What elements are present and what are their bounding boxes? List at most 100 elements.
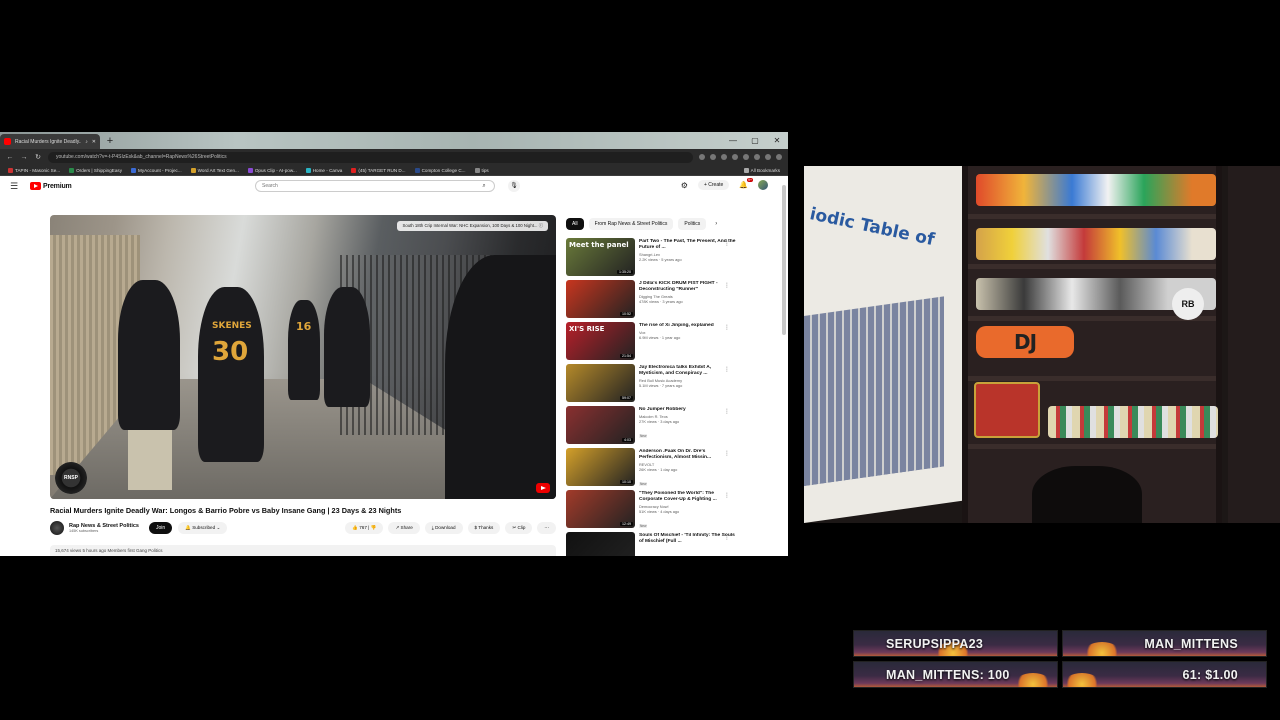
bookmark-item[interactable]: Compton College C... [414, 167, 466, 173]
page-scrollbar[interactable] [782, 185, 786, 335]
bookmark-star-icon[interactable] [710, 154, 716, 160]
chip-politics[interactable]: Politics [678, 218, 707, 230]
video-thumbnail[interactable]: 59:07 [566, 364, 635, 402]
video-thumbnail[interactable] [566, 532, 635, 556]
hamburger-menu-icon[interactable]: ☰ [10, 181, 24, 192]
bookmark-favicon-icon [474, 167, 480, 173]
clip-button[interactable]: ✂ Clip [505, 522, 533, 534]
description-box[interactable]: 15,674 views 5 hours ago Members first G… [50, 545, 556, 556]
more-options-icon[interactable]: ⋮ [724, 450, 730, 457]
sunset-icon [1014, 673, 1052, 687]
video-title[interactable]: Part Two - The Past, The Present, And th… [639, 239, 736, 251]
video-title[interactable]: "They Poisoned the World": The Corporate… [639, 491, 736, 503]
new-badge: New [639, 482, 648, 487]
download-icon[interactable] [754, 154, 760, 160]
menu-dots-icon[interactable] [776, 154, 782, 160]
forward-icon[interactable]: → [20, 154, 28, 161]
video-thumbnail[interactable]: XI'S RISE 21:54 [566, 322, 635, 360]
video-frame-person [445, 255, 556, 499]
chevron-right-icon[interactable]: › [715, 221, 717, 227]
close-tab-icon[interactable]: ✕ [92, 139, 96, 145]
related-video-chip[interactable]: South 18th Crip Internal War: NHC Expans… [397, 221, 548, 231]
youtube-favicon-icon [4, 138, 11, 145]
minimize-icon[interactable]: — [722, 132, 744, 149]
window-controls: — ▢ ✕ [722, 132, 788, 149]
bookmark-item[interactable]: Orders | ShippingEasy [69, 167, 122, 173]
video-title[interactable]: Souls Of Mischief - 'Til Infinity: The S… [639, 533, 736, 545]
extension-icon[interactable] [721, 154, 727, 160]
close-window-icon[interactable]: ✕ [766, 132, 788, 149]
video-title[interactable]: Anderson .Paak On Dr. Dre's Perfectionis… [639, 449, 736, 461]
overlay-bottom-right: 61: $1.00 [1062, 661, 1267, 688]
video-thumbnail[interactable]: 4:03 [566, 406, 635, 444]
bookmark-favicon-icon [351, 167, 357, 173]
chip-from-channel[interactable]: From Rap News & Street Politics [588, 218, 674, 230]
video-title[interactable]: No Jumper Robbery [639, 407, 736, 413]
video-frame-person: SKENES 30 [198, 287, 264, 462]
profile-icon[interactable] [765, 154, 771, 160]
new-tab-button[interactable]: + [103, 134, 117, 148]
recommended-video[interactable]: 59:07 Jay Electronica talks Exhibit A, My… [566, 364, 736, 406]
subscribed-button[interactable]: 🔔 Subscribed ⌄ [178, 522, 228, 534]
browser-window: Racial Murders Ignite Deadly... ♪ ✕ + — … [0, 132, 788, 556]
notifications-bell-icon[interactable]: 🔔 9+ [739, 178, 753, 189]
create-button[interactable]: + Create [697, 180, 730, 190]
more-options-icon[interactable]: ⋮ [724, 492, 730, 499]
bookmark-item[interactable]: tips [474, 167, 489, 173]
recommended-video[interactable]: Meet the panel 1:35:20 Part Two - The Past… [566, 238, 736, 280]
extension-icon[interactable] [732, 154, 738, 160]
video-thumbnail[interactable]: 10:10 [566, 448, 635, 486]
join-button[interactable]: Join [149, 522, 173, 534]
video-thumbnail[interactable]: 12:49 [566, 490, 635, 528]
back-icon[interactable]: ← [6, 154, 14, 161]
account-avatar[interactable] [758, 180, 768, 190]
maximize-icon[interactable]: ▢ [744, 132, 766, 149]
bookmark-item[interactable]: TAPIN - Masonic Se... [8, 167, 60, 173]
video-title[interactable]: The rise of Xi Jinping, explained [639, 323, 736, 329]
more-options-icon[interactable]: ⋮ [724, 282, 730, 289]
video-player[interactable]: SKENES 30 16 South 18th Crip Internal Wa… [50, 215, 556, 499]
more-options-icon[interactable]: ⋮ [724, 240, 730, 247]
more-options-icon[interactable]: ⋮ [724, 324, 730, 331]
bookmark-item[interactable]: (45) TARGET RUN D... [351, 167, 406, 173]
like-button[interactable]: 👍 767 | 👎 [345, 522, 384, 534]
speaker-icon[interactable]: ♪ [85, 139, 88, 145]
recommended-video[interactable]: XI'S RISE 21:54 The rise of Xi Jinping, ex… [566, 322, 736, 364]
more-options-icon[interactable]: ⋮ [724, 534, 730, 541]
url-field[interactable]: youtube.com/watch?v=-t-P4SIzEsk&ab_chann… [48, 151, 693, 163]
video-title[interactable]: Jay Electronica talks Exhibit A, Mystici… [639, 365, 736, 377]
bookmark-item[interactable]: Home - Canva [305, 167, 342, 173]
browser-tab[interactable]: Racial Murders Ignite Deadly... ♪ ✕ [0, 134, 100, 149]
search-icon[interactable]: ⌕ [474, 181, 494, 191]
channel-avatar[interactable] [50, 521, 64, 535]
bookmark-item[interactable]: Opus Clip - AI-pow... [247, 167, 297, 173]
recommended-video[interactable]: 4:03 No Jumper Robbery Malcolm R. Teos 27K … [566, 406, 736, 448]
gear-icon[interactable]: ⚙ [681, 181, 688, 190]
download-button[interactable]: ⤓ Download [424, 522, 463, 534]
more-options-icon[interactable]: ⋮ [724, 366, 730, 373]
bookmark-item[interactable]: MyAccount - Projec... [131, 167, 182, 173]
youtube-logo[interactable]: Premium [30, 182, 72, 190]
share-button[interactable]: ↗ Share [388, 522, 420, 534]
all-bookmarks-button[interactable]: All Bookmarks [743, 167, 780, 173]
more-actions-icon[interactable]: ⋯ [537, 522, 556, 534]
video-title[interactable]: J Dilla's KICK DRUM FIST FIGHT - Deconst… [639, 281, 736, 293]
chip-all[interactable]: All [566, 218, 584, 230]
microphone-icon[interactable]: 🎙 [508, 180, 520, 192]
bookmark-item[interactable]: Word Art Text Gen... [190, 167, 239, 173]
video-thumbnail[interactable]: 10:52 [566, 280, 635, 318]
channel-watermark[interactable]: RNSP [55, 462, 87, 494]
video-thumbnail[interactable]: Meet the panel 1:35:20 [566, 238, 635, 276]
more-options-icon[interactable]: ⋮ [724, 408, 730, 415]
duration-badge: 21:54 [620, 354, 633, 358]
recommended-video[interactable]: Souls Of Mischief - 'Til Infinity: The S… [566, 532, 736, 556]
reload-icon[interactable]: ↻ [34, 153, 42, 161]
recommended-video[interactable]: 12:49 "They Poisoned the World": The Corp… [566, 490, 736, 532]
search-input[interactable] [256, 181, 474, 191]
recommended-video[interactable]: 10:52 J Dilla's KICK DRUM FIST FIGHT - De… [566, 280, 736, 322]
extension-icon[interactable] [699, 154, 705, 160]
recommended-video[interactable]: 10:10 Anderson .Paak On Dr. Dre's Perfect… [566, 448, 736, 490]
extension-icon[interactable] [743, 154, 749, 160]
youtube-corner-icon[interactable] [536, 483, 550, 493]
thanks-button[interactable]: $ Thanks [467, 522, 501, 534]
